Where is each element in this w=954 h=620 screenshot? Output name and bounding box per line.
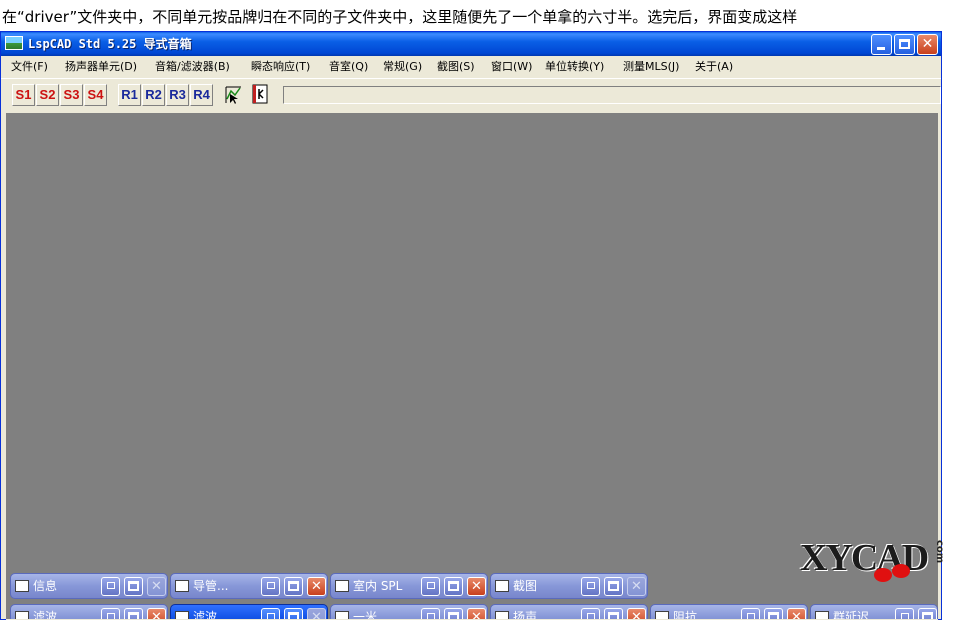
minimized-window[interactable]: 滤波... ✕	[170, 604, 328, 620]
maximize-icon	[899, 39, 910, 49]
r2-button[interactable]: R2	[142, 84, 165, 106]
minimized-restore-button[interactable]	[101, 577, 120, 596]
menu-unit-convert[interactable]: 单位转换(Y)	[545, 59, 604, 75]
minimized-restore-button[interactable]	[421, 577, 440, 596]
close-icon: ✕	[921, 36, 934, 52]
maximize-icon	[288, 581, 299, 591]
s1-button[interactable]: S1	[12, 84, 35, 106]
menu-transient[interactable]: 瞬态响应(T)	[251, 59, 310, 75]
app-window: LspCAD Std 5.25 导式音箱 ✕ 文件(F) 扬声器单元(D) 音箱…	[0, 31, 942, 620]
minimized-window[interactable]: 导管... ✕	[170, 573, 328, 599]
minimized-window[interactable]: 群延迟	[810, 604, 938, 620]
menu-about[interactable]: 关于(A)	[695, 59, 733, 75]
r3-button[interactable]: R3	[166, 84, 189, 106]
minimized-close-button[interactable]: ✕	[627, 577, 646, 596]
mdi-workspace[interactable]: 信息 ✕ 导管... ✕ 室内 SPL ✕ 截图 ✕ 滤波... ✕ 滤波... ✕ 一米... ✕ 扬声.…	[6, 113, 938, 620]
minimized-close-button[interactable]: ✕	[147, 577, 166, 596]
menu-file[interactable]: 文件(F)	[11, 59, 48, 75]
minimized-window[interactable]: 截图 ✕	[490, 573, 648, 599]
maximize-button[interactable]	[894, 34, 915, 55]
chart-window-icon	[15, 580, 29, 592]
s4-button[interactable]: S4	[84, 84, 107, 106]
menu-general[interactable]: 常规(G)	[383, 59, 422, 75]
restore-icon	[427, 582, 435, 589]
minimize-button[interactable]	[871, 34, 892, 55]
toolbar: S1 S2 S3 S4 R1 R2 R3 R4	[1, 78, 941, 108]
menu-box-filter[interactable]: 音箱/滤波器(B)	[155, 59, 230, 75]
minimized-maximize-button[interactable]	[444, 577, 463, 596]
restore-icon	[587, 582, 595, 589]
minimized-maximize-button[interactable]	[284, 577, 303, 596]
maximize-icon	[128, 581, 139, 591]
close-icon: ✕	[151, 579, 162, 594]
minimized-window[interactable]: 滤波... ✕	[10, 604, 168, 620]
app-icon	[5, 36, 23, 50]
watermark-side-text: com	[934, 540, 945, 564]
chart-window-icon	[175, 580, 189, 592]
maximize-icon	[448, 581, 459, 591]
menu-driver[interactable]: 扬声器单元(D)	[65, 59, 137, 75]
toolbar-status-field	[283, 86, 941, 104]
restore-icon	[267, 582, 275, 589]
minimized-window[interactable]: 室内 SPL ✕	[330, 573, 488, 599]
window-title: LspCAD Std 5.25 导式音箱	[28, 37, 192, 51]
minimized-window-title: 室内 SPL	[353, 579, 403, 593]
s2-button[interactable]: S2	[36, 84, 59, 106]
close-icon: ✕	[471, 579, 482, 594]
watermark: XYCAD com	[800, 538, 950, 588]
menu-bar: 文件(F) 扬声器单元(D) 音箱/滤波器(B) 瞬态响应(T) 音室(Q) 常…	[1, 56, 941, 78]
article-caption: 在“driver”文件夹中，不同单元按品牌归在不同的子文件夹中，这里随便先了一个…	[2, 8, 798, 26]
book-icon[interactable]	[250, 83, 270, 105]
close-icon: ✕	[631, 579, 642, 594]
chart-window-icon	[335, 580, 349, 592]
r4-button[interactable]: R4	[190, 84, 213, 106]
minimized-close-button[interactable]: ✕	[467, 577, 486, 596]
menu-room[interactable]: 音室(Q)	[329, 59, 368, 75]
menu-screenshot[interactable]: 截图(S)	[437, 59, 475, 75]
minimized-maximize-button[interactable]	[604, 577, 623, 596]
menu-measure-mls[interactable]: 测量MLS(J)	[623, 59, 679, 75]
restore-icon	[107, 582, 115, 589]
book-glyph	[252, 84, 268, 104]
s3-button[interactable]: S3	[60, 84, 83, 106]
menu-window[interactable]: 窗口(W)	[491, 59, 532, 75]
minimized-restore-button[interactable]	[261, 577, 280, 596]
minimized-window[interactable]: 信息 ✕	[10, 573, 168, 599]
maximize-icon	[608, 581, 619, 591]
minimized-window[interactable]: 扬声... ✕	[490, 604, 648, 620]
minimized-window-title: 截图	[513, 579, 538, 593]
minimized-window-title: 导管...	[193, 579, 229, 593]
minimized-close-button[interactable]: ✕	[307, 577, 326, 596]
r1-button[interactable]: R1	[118, 84, 141, 106]
close-icon: ✕	[311, 579, 322, 594]
watermark-dot	[892, 564, 910, 578]
watermark-dot	[874, 568, 892, 582]
minimize-icon	[877, 47, 885, 50]
minimized-maximize-button[interactable]	[124, 577, 143, 596]
minimized-window[interactable]: 阻抗 ✕	[650, 604, 808, 620]
cursor-graph-glyph	[225, 86, 241, 104]
chart-window-icon	[495, 580, 509, 592]
close-button[interactable]: ✕	[917, 34, 938, 55]
minimized-window[interactable]: 一米... ✕	[330, 604, 488, 620]
minimized-window-title: 信息	[33, 579, 58, 593]
title-bar[interactable]: LspCAD Std 5.25 导式音箱 ✕	[1, 32, 941, 56]
cursor-graph-icon[interactable]	[224, 83, 244, 105]
minimized-restore-button[interactable]	[581, 577, 600, 596]
